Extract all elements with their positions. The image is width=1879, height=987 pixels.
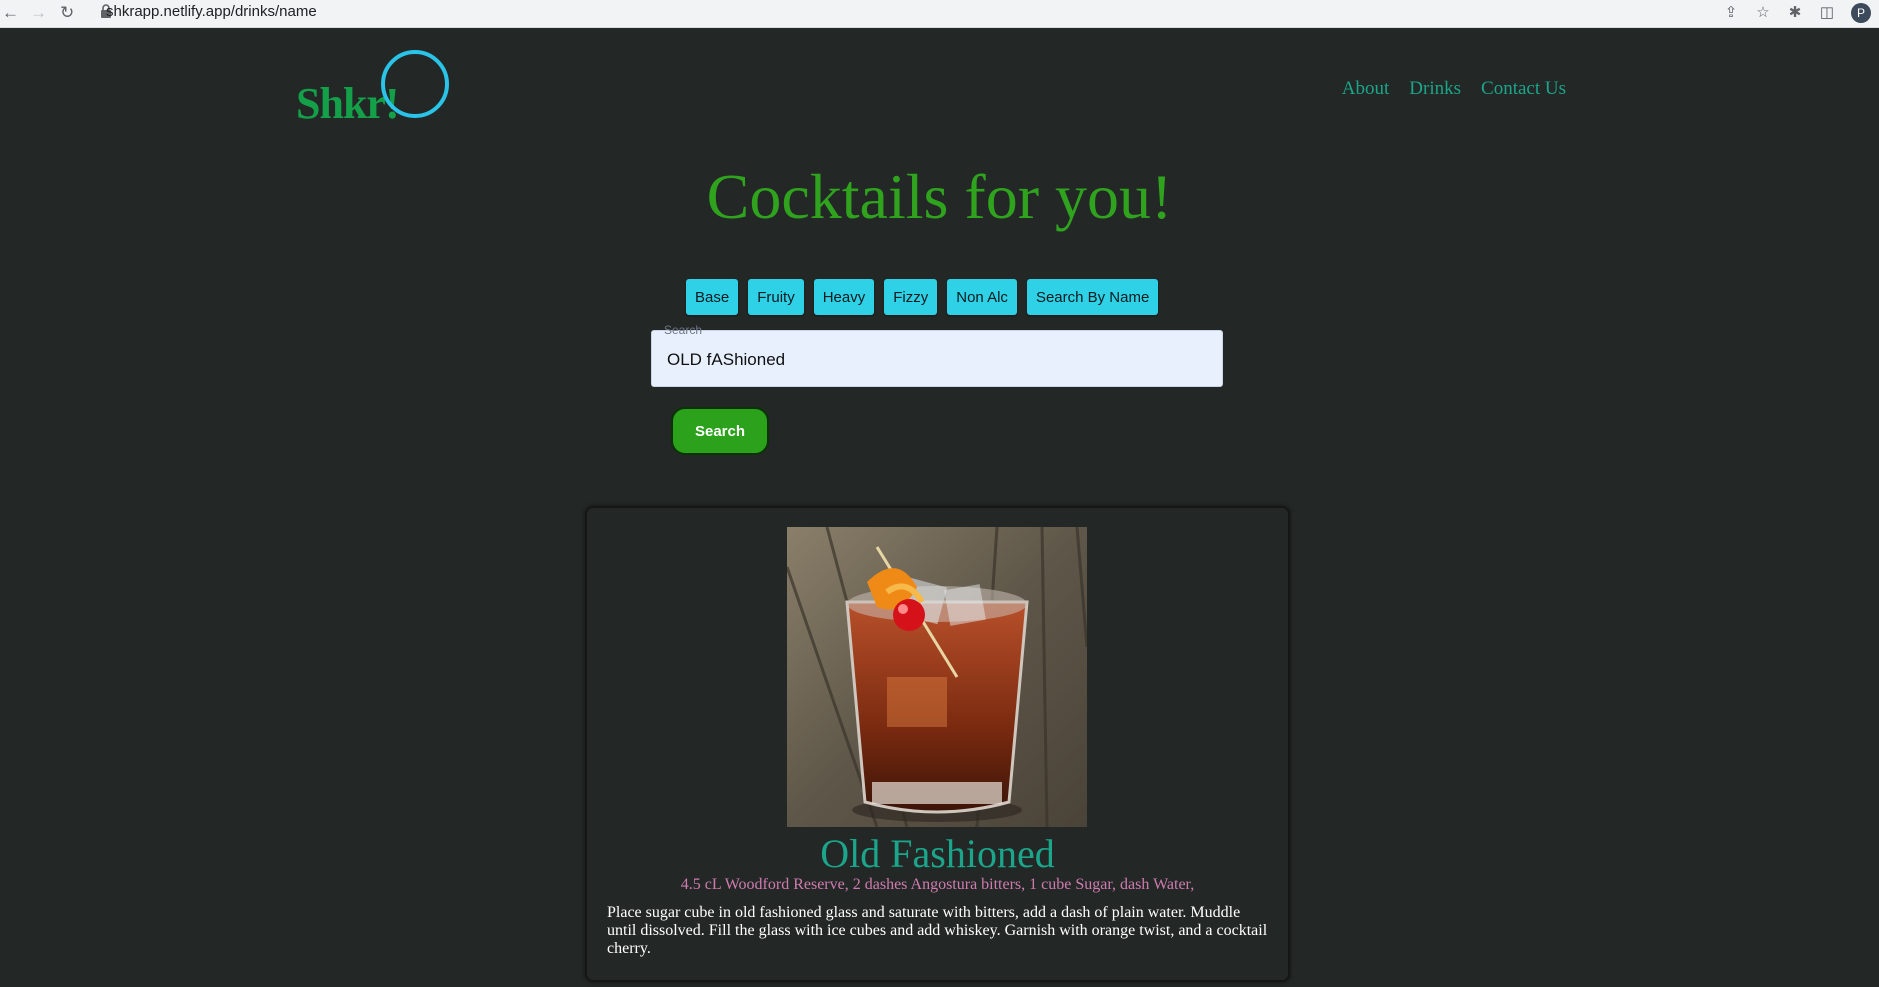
category-fizzy-button[interactable]: Fizzy [884, 279, 938, 315]
category-non-alc-button[interactable]: Non Alc [947, 279, 1017, 315]
logo-circle-icon [381, 50, 449, 118]
page-title: Cocktails for you! [706, 161, 1173, 232]
category-heavy-button[interactable]: Heavy [813, 279, 875, 315]
drink-ingredients: 4.5 cL Woodford Reserve, 2 dashes Angost… [680, 876, 1195, 893]
category-buttons: Base Fruity Heavy Fizzy Non Alc Search B… [686, 279, 1159, 315]
drink-photo [787, 527, 1087, 827]
nav-contact-us[interactable]: Contact Us [1481, 78, 1566, 100]
top-nav: About Drinks Contact Us [1342, 78, 1566, 100]
search-button[interactable]: Search [671, 407, 769, 455]
category-base-button[interactable]: Base [686, 279, 739, 315]
share-icon[interactable]: ⇪ [1723, 4, 1739, 21]
drink-card: Old Fashioned 4.5 cL Woodford Reserve, 2… [585, 506, 1290, 982]
star-icon[interactable]: ☆ [1755, 4, 1771, 21]
drink-instructions: Place sugar cube in old fashioned glass … [607, 904, 1268, 957]
reload-icon[interactable]: ↻ [60, 3, 74, 23]
side-panel-icon[interactable]: ◫ [1819, 4, 1835, 21]
back-icon[interactable]: ← [2, 3, 19, 23]
nav-about[interactable]: About [1342, 78, 1390, 100]
search-input[interactable] [665, 331, 1209, 388]
extensions-icon[interactable]: ✱ [1787, 4, 1803, 21]
site-logo[interactable]: Shkr! [296, 48, 456, 128]
nav-drinks[interactable]: Drinks [1409, 78, 1461, 100]
drink-name: Old Fashioned [820, 831, 1055, 876]
profile-avatar[interactable]: P [1851, 2, 1871, 23]
category-search-by-name-button[interactable]: Search By Name [1026, 279, 1159, 315]
category-fruity-button[interactable]: Fruity [748, 279, 804, 315]
forward-icon[interactable]: → [30, 3, 47, 23]
address-bar[interactable]: shkrapp.netlify.app/drinks/name [106, 0, 317, 23]
search-field: Search [651, 323, 1223, 388]
browser-toolbar: ← → ↻ shkrapp.netlify.app/drinks/name ⇪ … [0, 0, 1879, 28]
